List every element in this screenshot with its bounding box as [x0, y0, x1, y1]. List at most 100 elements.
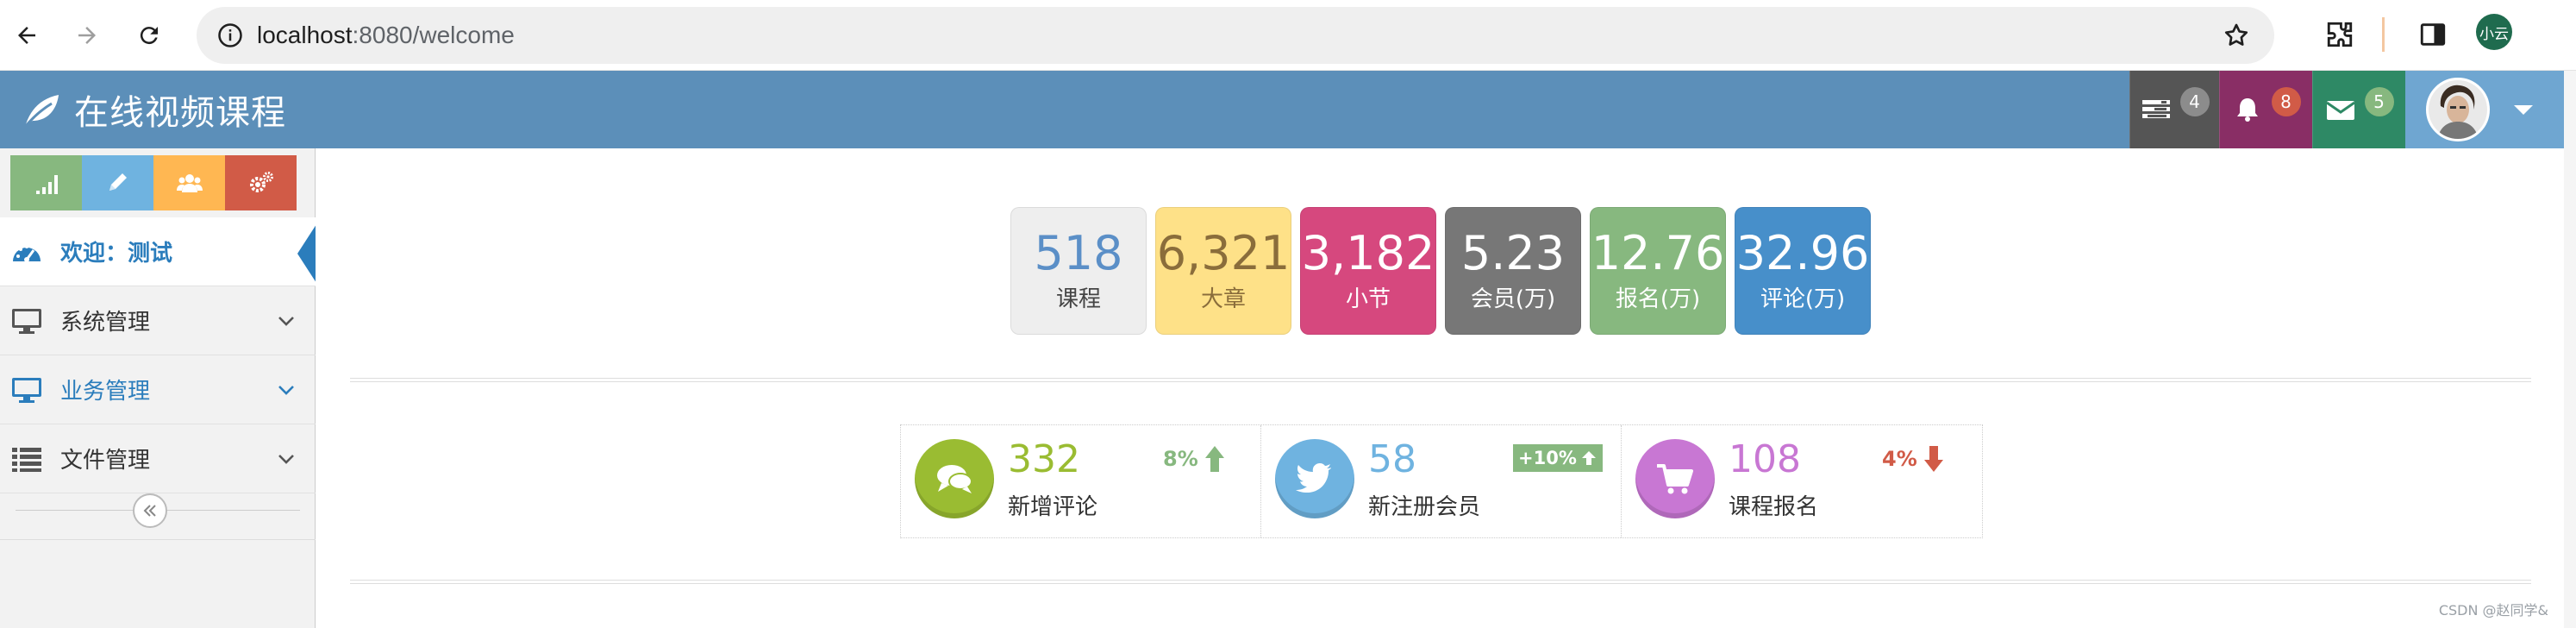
- section-divider: [350, 580, 2531, 584]
- active-indicator: [297, 224, 316, 283]
- puzzle-icon: [2327, 22, 2353, 47]
- stat-label: 会员(万): [1470, 286, 1556, 312]
- stat-box-courses: 518 课程: [1010, 207, 1147, 335]
- shortcut-stats-button[interactable]: [10, 155, 82, 210]
- infobox-value: 332: [1008, 437, 1080, 481]
- bell-icon: [2236, 98, 2258, 122]
- signal-icon: [35, 175, 58, 194]
- tasks-button[interactable]: 4: [2129, 71, 2219, 148]
- sidebar-item-system[interactable]: 系统管理: [0, 286, 316, 355]
- notifications-badge: 8: [2271, 87, 2301, 116]
- infobox-new-members: 58 新注册会员 +10%: [1261, 425, 1622, 537]
- stat-value: 32.96: [1735, 226, 1870, 280]
- extensions-button[interactable]: [2321, 16, 2359, 53]
- stat-label: 小节: [1345, 286, 1391, 312]
- sidebar-item-label: 文件管理: [60, 448, 151, 474]
- chevron-down-icon[interactable]: [276, 380, 297, 400]
- chevron-down-icon[interactable]: [276, 311, 297, 331]
- stat-box-comments: 32.96 评论(万): [1735, 207, 1871, 335]
- brand-title: 在线视频课程: [74, 93, 286, 133]
- infobox-row: 332 新增评论 8% 58 新注册会员 +10% 108 课程报名 4%: [900, 424, 1983, 538]
- sidebar-item-business[interactable]: 业务管理: [0, 355, 316, 424]
- list-icon: [9, 443, 45, 474]
- side-panel-icon: [2420, 23, 2446, 46]
- pencil-icon: [109, 173, 127, 191]
- cogs-icon: [249, 172, 273, 192]
- infobox-value: 108: [1729, 437, 1801, 481]
- arrow-left-icon: [18, 27, 35, 44]
- stat-value: 518: [1034, 226, 1123, 280]
- main-content: 518 课程 6,321 大章 3,182 小节 5.23 会员(万) 12.7…: [316, 148, 2564, 628]
- section-divider: [350, 378, 2531, 382]
- stat-percent: 4%: [1882, 447, 1917, 471]
- reload-icon: [140, 27, 158, 45]
- infobox-new-comments: 332 新增评论 8%: [901, 425, 1261, 537]
- desktop-icon: [9, 305, 45, 336]
- stat-box-enrollments: 12.76 报名(万): [1590, 207, 1726, 335]
- stat-percent: +10%: [1518, 448, 1577, 468]
- stat-boxes: 518 课程 6,321 大章 3,182 小节 5.23 会员(万) 12.7…: [1010, 207, 1871, 335]
- messages-button[interactable]: 5: [2312, 71, 2405, 148]
- double-chevron-left-icon: [143, 505, 156, 517]
- sidebar-collapse-button[interactable]: [133, 493, 167, 528]
- stat-value: 5.23: [1460, 226, 1566, 280]
- infobox-label: 新注册会员: [1368, 494, 1481, 520]
- desktop-icon: [9, 374, 45, 405]
- infobox-stat: 4%: [1882, 444, 1945, 474]
- users-icon: [176, 174, 203, 192]
- stat-value: 6,321: [1156, 226, 1291, 280]
- envelope-icon: [2325, 101, 2355, 120]
- reload-button[interactable]: [126, 12, 172, 59]
- dashboard-icon: [9, 236, 45, 267]
- profile-avatar[interactable]: 小云: [2476, 14, 2512, 50]
- caret-down-icon: [2514, 104, 2533, 115]
- arrow-right-icon: [78, 27, 96, 44]
- sidebar: 欢迎：测试 系统管理 业务管理 文件管理: [0, 148, 316, 628]
- toolbar-divider: [2382, 17, 2385, 52]
- infobox-label: 新增评论: [1008, 494, 1098, 520]
- shortcut-users-button[interactable]: [153, 155, 225, 210]
- notifications-button[interactable]: 8: [2219, 71, 2312, 148]
- stat-value: 3,182: [1301, 226, 1435, 280]
- sidebar-item-label: 系统管理: [60, 310, 151, 336]
- user-photo-icon: [2429, 80, 2487, 139]
- chevron-down-icon[interactable]: [276, 449, 297, 469]
- tasks-icon: [2141, 100, 2170, 118]
- stat-percent: 8%: [1163, 447, 1198, 471]
- forward-button[interactable]: [64, 12, 110, 59]
- back-button[interactable]: [3, 12, 50, 59]
- sidebar-item-welcome[interactable]: 欢迎：测试: [0, 217, 316, 286]
- brand[interactable]: 在线视频课程: [22, 71, 286, 148]
- messages-badge: 5: [2364, 87, 2394, 116]
- stat-value: 12.76: [1591, 226, 1725, 280]
- shortcut-settings-button[interactable]: [225, 155, 297, 210]
- infobox-value: 58: [1368, 437, 1416, 481]
- browser-toolbar: localhost:8080/welcome 小云: [0, 0, 2576, 71]
- tasks-badge: 4: [2179, 87, 2210, 116]
- sidebar-collapse-row: [0, 480, 316, 540]
- stat-label: 报名(万): [1615, 286, 1701, 312]
- user-menu-button[interactable]: [2405, 71, 2564, 148]
- growth-badge: +10%: [1513, 444, 1603, 472]
- side-panel-button[interactable]: [2414, 16, 2452, 53]
- infobox-stat: 8%: [1163, 444, 1226, 474]
- shortcut-edit-button[interactable]: [82, 155, 153, 210]
- sidebar-shortcuts: [10, 155, 297, 210]
- arrow-up-icon: [1204, 446, 1224, 472]
- infobox-course-enrollments: 108 课程报名 4%: [1622, 425, 1982, 537]
- app-navbar: 在线视频课程 4 8 5: [0, 71, 2576, 148]
- infobox-label: 课程报名: [1729, 494, 1819, 520]
- stat-box-sections: 3,182 小节: [1300, 207, 1436, 335]
- address-bar[interactable]: localhost:8080/welcome: [197, 7, 2274, 64]
- page-scrollbar[interactable]: [2564, 71, 2576, 628]
- bookmark-star-icon[interactable]: [2223, 22, 2250, 49]
- sidebar-item-label: 业务管理: [60, 379, 151, 405]
- info-icon[interactable]: [217, 22, 243, 48]
- leaf-icon: [24, 95, 59, 127]
- twitter-icon: [1275, 439, 1354, 518]
- sidebar-item-label: 欢迎：测试: [60, 241, 173, 267]
- user-avatar[interactable]: [2426, 78, 2490, 141]
- stat-label: 课程: [1055, 286, 1101, 312]
- comments-icon: [915, 439, 994, 518]
- url-text[interactable]: localhost:8080/welcome: [257, 7, 515, 64]
